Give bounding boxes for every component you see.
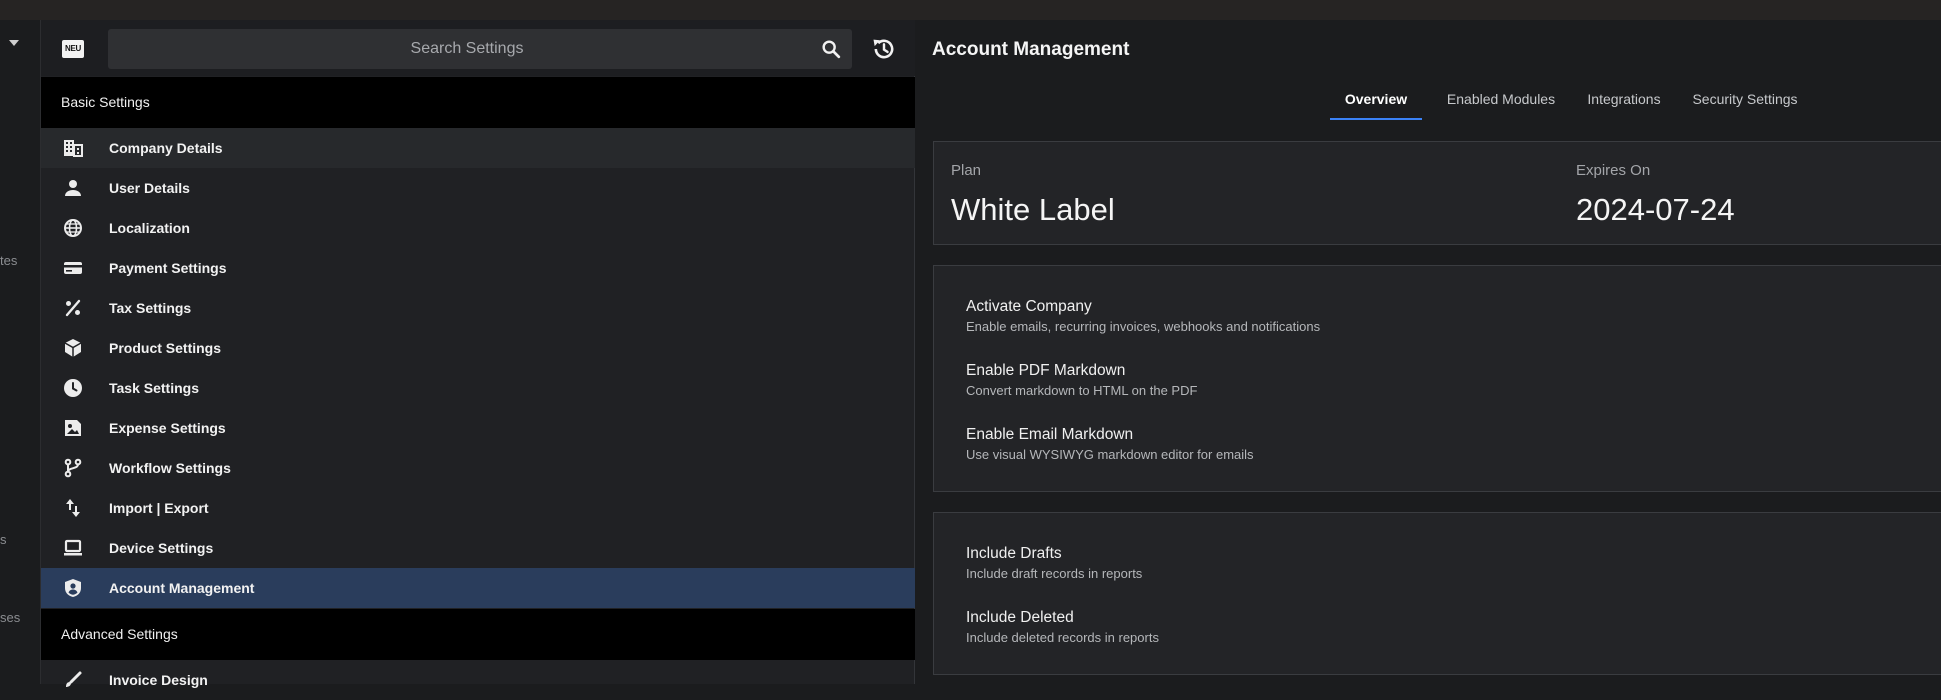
menu-label: Device Settings xyxy=(109,540,214,556)
tab-enabled-modules[interactable]: Enabled Modules xyxy=(1436,76,1566,122)
page-title: Account Management xyxy=(932,39,1130,60)
top-window-strip xyxy=(0,0,1941,20)
advanced-settings-header: Advanced Settings xyxy=(41,609,915,660)
menu-item-task-settings[interactable]: Task Settings xyxy=(41,368,915,408)
basic-settings-header: Basic Settings xyxy=(41,77,915,128)
search-icon[interactable] xyxy=(820,38,842,60)
menu-label: Expense Settings xyxy=(109,420,226,436)
tab-integrations[interactable]: Integrations xyxy=(1576,76,1672,122)
enable-email-markdown-subtitle: Use visual WYSIWYG markdown editor for e… xyxy=(966,447,1254,462)
expires-label: Expires On xyxy=(1576,162,1651,179)
plan-label: Plan xyxy=(951,162,982,179)
include-drafts-subtitle: Include draft records in reports xyxy=(966,566,1143,581)
menu-item-user-details[interactable]: User Details xyxy=(41,168,915,208)
expires-value: 2024-07-24 xyxy=(1576,192,1735,227)
menu-label: Company Details xyxy=(109,140,223,156)
report-toggles-card: Include Drafts Include draft records in … xyxy=(933,512,1941,675)
menu-item-device-settings[interactable]: Device Settings xyxy=(41,528,915,568)
menu-label: Payment Settings xyxy=(109,260,227,276)
menu-item-expense-settings[interactable]: Expense Settings xyxy=(41,408,915,448)
globe-icon xyxy=(63,218,83,238)
menu-label: Task Settings xyxy=(109,380,199,396)
menu-label: Tax Settings xyxy=(109,300,192,316)
menu-item-workflow-settings[interactable]: Workflow Settings xyxy=(41,448,915,488)
brush-icon xyxy=(63,670,83,690)
building-icon xyxy=(63,138,83,158)
menu-item-account-management[interactable]: Account Management xyxy=(41,568,915,608)
menu-label: User Details xyxy=(109,180,190,196)
activate-company-subtitle: Enable emails, recurring invoices, webho… xyxy=(966,319,1321,334)
menu-label: Workflow Settings xyxy=(109,460,231,476)
menu-item-payment-settings[interactable]: Payment Settings xyxy=(41,248,915,288)
cube-icon xyxy=(63,338,83,358)
laptop-icon xyxy=(63,538,83,558)
menu-item-import-export[interactable]: Import | Export xyxy=(41,488,915,528)
settings-menu-panel: NEU Search Settings Basic Settings Compa… xyxy=(41,20,915,688)
activate-company-title[interactable]: Activate Company xyxy=(966,298,1092,316)
tab-security-settings[interactable]: Security Settings xyxy=(1682,76,1808,122)
nav-fragment[interactable]: tes xyxy=(0,253,17,268)
plan-value: White Label xyxy=(951,192,1115,227)
app-logo[interactable]: NEU xyxy=(62,40,84,58)
account-management-panel: Account Management Overview Enabled Modu… xyxy=(916,20,1941,684)
menu-item-localization[interactable]: Localization xyxy=(41,208,915,248)
history-icon[interactable] xyxy=(870,35,898,63)
plan-card: Plan White Label Expires On 2024-07-24 xyxy=(933,141,1941,245)
menu-label: Product Settings xyxy=(109,340,222,356)
chevron-down-icon[interactable] xyxy=(9,40,19,46)
settings-search-bar: NEU Search Settings xyxy=(41,20,915,76)
search-input[interactable]: Search Settings xyxy=(108,29,852,69)
clock-icon xyxy=(63,378,83,398)
menu-item-company-details[interactable]: Company Details xyxy=(41,128,915,168)
tab-bar: Overview Enabled Modules Integrations Se… xyxy=(916,76,1941,122)
enable-email-markdown-title[interactable]: Enable Email Markdown xyxy=(966,426,1133,444)
include-deleted-subtitle: Include deleted records in reports xyxy=(966,630,1159,645)
menu-item-invoice-design[interactable]: Invoice Design xyxy=(41,660,915,700)
branch-icon xyxy=(63,458,83,478)
receipt-image-icon xyxy=(63,418,83,438)
company-toggles-card: Activate Company Enable emails, recurrin… xyxy=(933,265,1941,492)
person-icon xyxy=(63,178,83,198)
section-title: Basic Settings xyxy=(61,94,150,110)
menu-label: Invoice Design xyxy=(109,672,208,688)
enable-pdf-markdown-subtitle: Convert markdown to HTML on the PDF xyxy=(966,383,1198,398)
menu-item-product-settings[interactable]: Product Settings xyxy=(41,328,915,368)
shield-account-icon xyxy=(63,578,83,598)
menu-label: Import | Export xyxy=(109,500,209,516)
nav-fragment[interactable]: s xyxy=(0,532,7,547)
menu-label: Localization xyxy=(109,220,190,236)
enable-pdf-markdown-title[interactable]: Enable PDF Markdown xyxy=(966,362,1125,380)
menu-item-tax-settings[interactable]: Tax Settings xyxy=(41,288,915,328)
include-drafts-title[interactable]: Include Drafts xyxy=(966,545,1062,563)
menu-label: Account Management xyxy=(109,580,255,596)
percent-icon xyxy=(63,298,83,318)
include-deleted-title[interactable]: Include Deleted xyxy=(966,609,1074,627)
search-placeholder: Search Settings xyxy=(410,40,524,57)
tab-overview[interactable]: Overview xyxy=(1330,76,1422,122)
import-export-icon xyxy=(63,498,83,518)
credit-card-icon xyxy=(63,258,83,278)
main-sidebar-collapsed: tes s ses xyxy=(0,20,41,684)
nav-fragment[interactable]: ses xyxy=(0,610,20,625)
section-title: Advanced Settings xyxy=(61,626,178,642)
